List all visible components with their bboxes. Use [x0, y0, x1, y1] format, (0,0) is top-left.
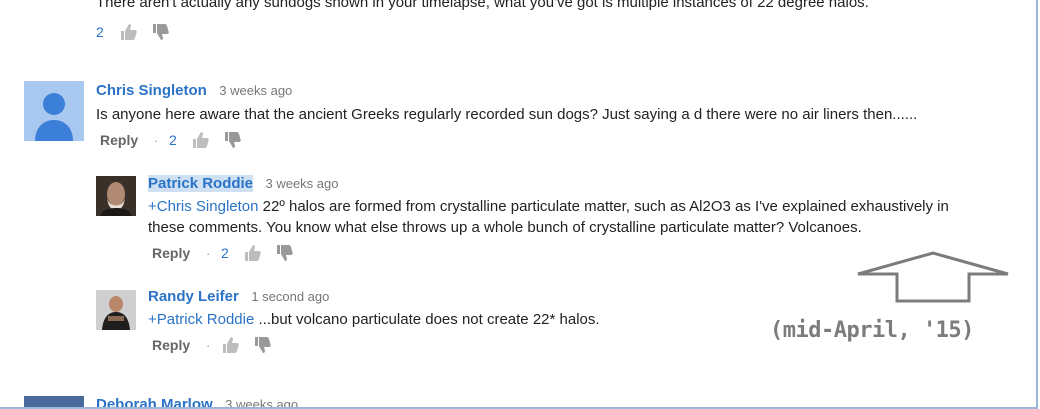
timestamp[interactable]: 1 second ago — [251, 289, 329, 304]
annotation-date-note: (mid-April, '15) — [770, 318, 974, 343]
separator-dot: · — [206, 338, 211, 353]
thumbs-down-icon[interactable] — [274, 243, 294, 263]
thumbs-down-icon[interactable] — [222, 130, 242, 150]
avatar[interactable] — [96, 176, 136, 216]
reply-button[interactable]: Reply — [100, 132, 138, 148]
thumbs-up-icon[interactable] — [242, 243, 262, 263]
like-count: 2 — [96, 24, 104, 40]
user-photo-icon — [96, 290, 136, 330]
mention-link[interactable]: +Patrick Roddie — [148, 311, 254, 328]
user-photo-icon — [96, 176, 136, 216]
thumbs-up-icon[interactable] — [220, 335, 240, 355]
author-name[interactable]: Deborah Marlow — [96, 396, 213, 407]
reply-button[interactable]: Reply — [152, 245, 190, 261]
timestamp[interactable]: 3 weeks ago — [265, 176, 338, 191]
like-count: 2 — [169, 132, 177, 148]
mention-link[interactable]: +Chris Singleton — [148, 198, 258, 215]
thumbs-up-icon[interactable] — [190, 130, 210, 150]
comment-text: +Patrick Roddie ...but volcano particula… — [148, 309, 600, 330]
comment-text-line2: these comments. You know what else throw… — [148, 219, 862, 236]
avatar[interactable] — [24, 396, 84, 407]
thumbs-up-icon[interactable] — [118, 22, 138, 42]
timestamp[interactable]: 3 weeks ago — [225, 397, 298, 407]
thumbs-down-icon[interactable] — [252, 335, 272, 355]
separator-dot: · — [154, 133, 159, 148]
default-user-icon — [35, 93, 73, 141]
up-arrow-outline-icon — [857, 251, 1009, 303]
comment-text: Is anyone here aware that the ancient Gr… — [96, 106, 918, 123]
reply-button[interactable]: Reply — [152, 337, 190, 353]
comment-text: +Chris Singleton 22º halos are formed fr… — [148, 196, 949, 217]
author-name[interactable]: Randy Leifer — [148, 288, 239, 305]
comment-text: There aren't actually any sundogs shown … — [96, 0, 869, 11]
thumbs-down-icon[interactable] — [150, 22, 170, 42]
comments-panel: There aren't actually any sundogs shown … — [0, 0, 1038, 409]
timestamp[interactable]: 3 weeks ago — [219, 83, 292, 98]
avatar[interactable] — [96, 290, 136, 330]
comment-body: ...but volcano particulate does not crea… — [254, 311, 600, 328]
avatar[interactable] — [24, 81, 84, 141]
author-name[interactable]: Patrick Roddie — [148, 175, 254, 192]
author-name[interactable]: Chris Singleton — [96, 82, 207, 99]
separator-dot: · — [206, 246, 211, 261]
like-count: 2 — [221, 245, 229, 261]
comment-text-line1: 22º halos are formed from crystalline pa… — [258, 198, 949, 215]
